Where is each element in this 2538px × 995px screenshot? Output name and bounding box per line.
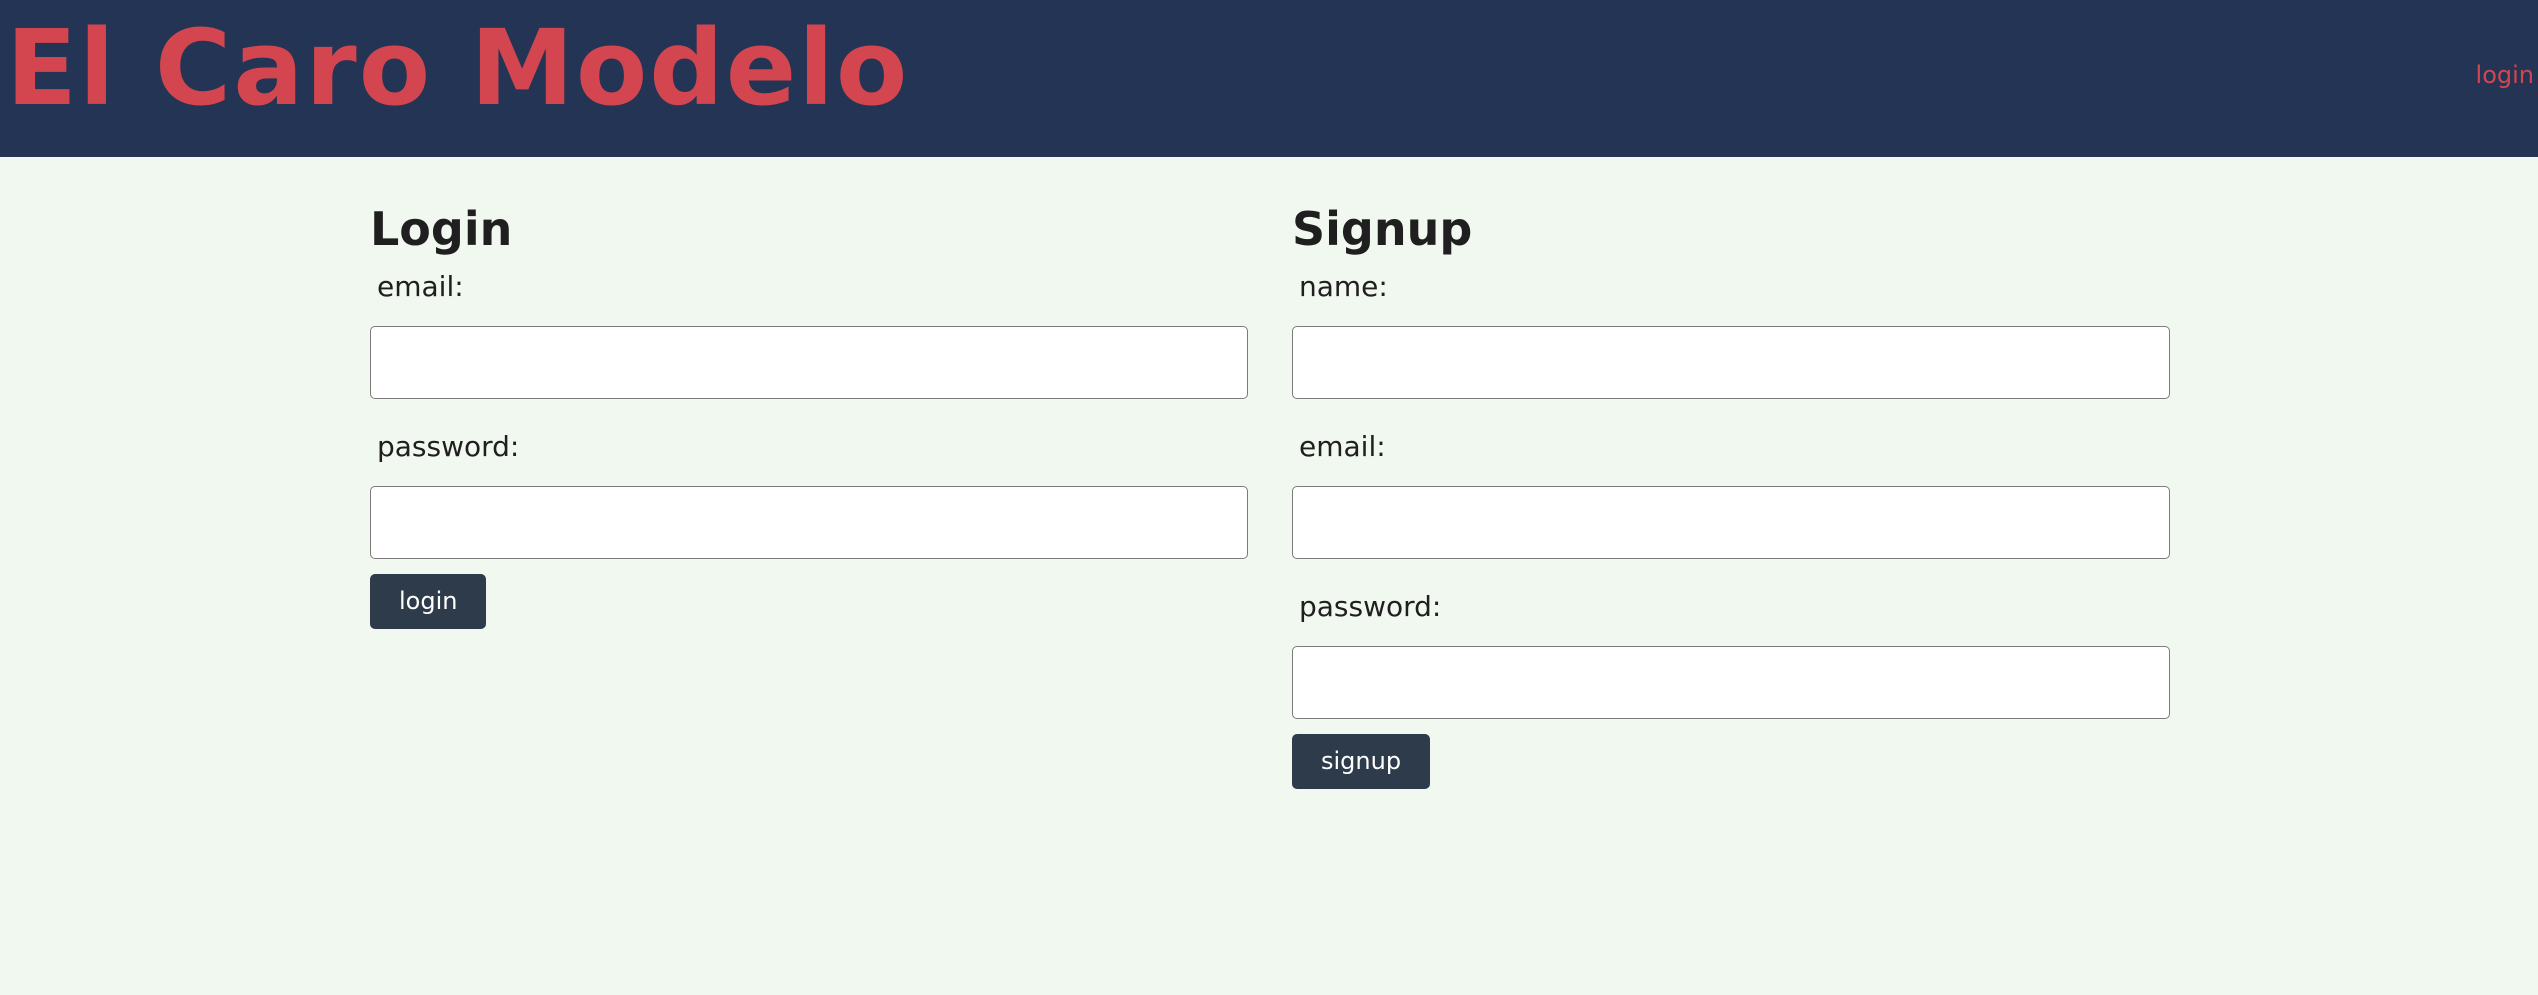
login-title: Login	[370, 202, 513, 256]
signup-title: Signup	[1292, 202, 1473, 256]
signup-panel: Signup name: email: password: signup	[1292, 200, 2170, 789]
signup-email-label: email:	[1299, 430, 1386, 463]
signup-name-input[interactable]	[1292, 326, 2170, 399]
login-password-label: password:	[377, 430, 520, 463]
login-email-input[interactable]	[370, 326, 1248, 399]
signup-button[interactable]: signup	[1292, 734, 1431, 789]
signup-password-label: password:	[1299, 590, 1442, 623]
signup-email-input[interactable]	[1292, 486, 2170, 559]
signup-password-input[interactable]	[1292, 646, 2170, 719]
nav-login-link[interactable]: login	[2476, 60, 2534, 90]
login-password-input[interactable]	[370, 486, 1248, 559]
login-panel: Login email: password: login	[370, 200, 1248, 629]
brand-logo-text: El Caro Modelo	[6, 7, 910, 129]
signup-name-label: name:	[1299, 270, 1388, 303]
login-button[interactable]: login	[370, 574, 487, 629]
top-header: El Caro Modelo login	[0, 0, 2538, 157]
login-email-label: email:	[377, 270, 464, 303]
